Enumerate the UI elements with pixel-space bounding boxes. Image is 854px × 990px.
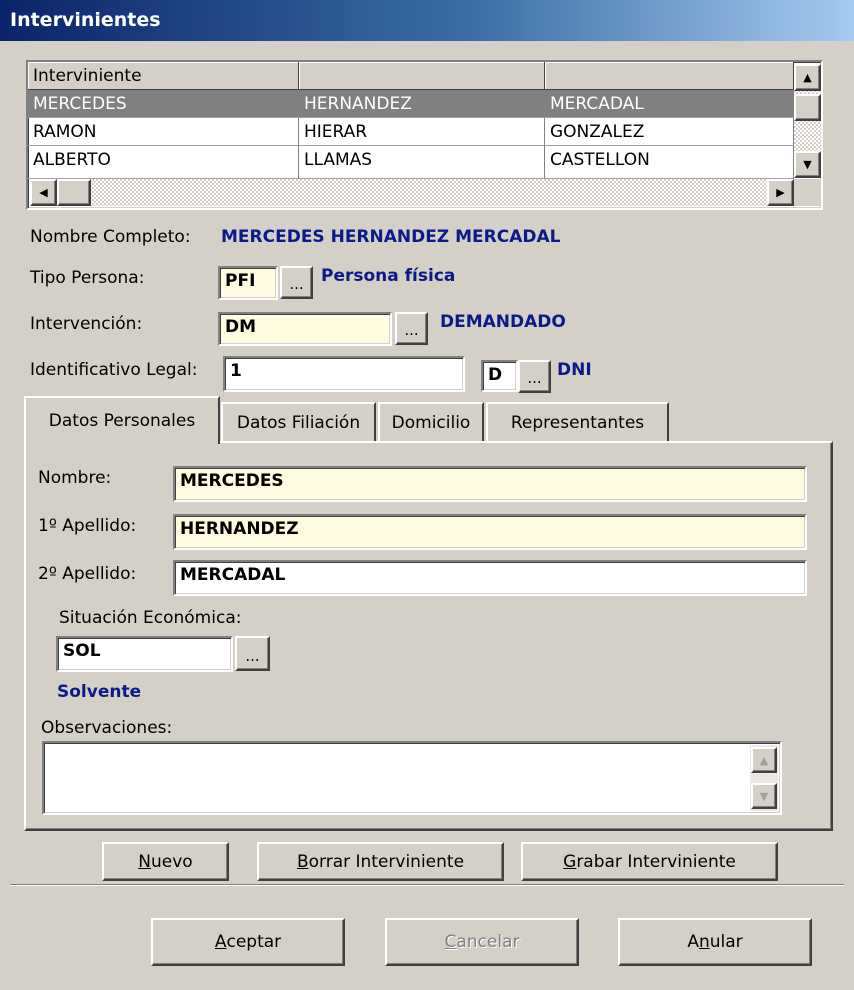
arrow-right-icon[interactable]: ▶ xyxy=(767,179,794,206)
intervinientes-grid[interactable]: Interviniente MERCEDES HERNANDEZ MERCADA… xyxy=(26,60,823,210)
tab-label: Datos Filiación xyxy=(236,413,361,433)
grid-cell[interactable]: GONZALEZ xyxy=(545,118,794,146)
tipo-persona-label: Tipo Persona: xyxy=(30,268,145,288)
button-label: rabar Interviniente xyxy=(576,851,736,872)
grid-cell[interactable]: MERCEDES xyxy=(28,90,299,118)
arrow-down-icon[interactable]: ▼ xyxy=(751,783,777,809)
apellido1-field[interactable]: HERNANDEZ xyxy=(173,514,807,550)
identificativo-field[interactable]: 1 xyxy=(223,356,465,392)
window-title: Intervinientes xyxy=(10,9,161,31)
button-label: ular xyxy=(709,932,743,952)
identificativo-type-field[interactable]: D xyxy=(481,360,518,392)
tab-representantes[interactable]: Representantes xyxy=(486,402,669,442)
tipo-persona-code-field[interactable]: PFI xyxy=(218,266,278,300)
grid-cell[interactable]: RAMON xyxy=(28,118,299,146)
intervencion-lookup-button[interactable]: ... xyxy=(395,312,428,345)
grid-cell[interactable]: ALBERTO xyxy=(28,146,299,179)
observaciones-textarea[interactable] xyxy=(42,741,782,815)
nuevo-button[interactable]: Nuevo xyxy=(102,842,229,881)
tipo-persona-description: Persona física xyxy=(321,266,456,286)
accelerator-key: C xyxy=(444,932,457,952)
grid-cell[interactable]: HERNANDEZ xyxy=(299,90,545,118)
cancelar-button[interactable]: Cancelar xyxy=(385,918,579,966)
button-label: ancelar xyxy=(456,932,520,952)
observaciones-label: Observaciones: xyxy=(41,718,173,738)
situacion-label: Situación Económica: xyxy=(59,608,242,628)
identificativo-type-description: DNI xyxy=(557,360,592,380)
accelerator-key: B xyxy=(296,851,309,872)
arrow-up-icon[interactable]: ▲ xyxy=(794,64,821,91)
separator xyxy=(10,884,844,886)
tab-label: Domicilio xyxy=(391,413,471,433)
nombre-label: Nombre: xyxy=(38,468,112,488)
grabar-interviniente-button[interactable]: Grabar Interviniente xyxy=(521,842,778,881)
anular-button[interactable]: An ular xyxy=(618,918,812,966)
tab-domicilio[interactable]: Domicilio xyxy=(378,402,484,442)
nombre-completo-value: MERCEDES HERNANDEZ MERCADAL xyxy=(221,227,561,247)
situacion-code-field[interactable]: SOL xyxy=(56,636,233,672)
apellido1-label: 1º Apellido: xyxy=(38,516,137,536)
grid-vertical-scrollbar[interactable]: ▲ ▼ xyxy=(794,64,821,178)
tab-label: Representantes xyxy=(510,413,645,433)
arrow-down-icon[interactable]: ▼ xyxy=(794,151,821,178)
tab-label: Datos Personales xyxy=(48,411,196,431)
accelerator-key: A xyxy=(214,932,227,952)
tab-datos-personales[interactable]: Datos Personales xyxy=(24,396,220,444)
intervencion-label: Intervención: xyxy=(30,314,143,334)
accelerator-key: n xyxy=(698,932,710,952)
arrow-up-icon[interactable]: ▲ xyxy=(751,747,777,773)
grid-header-col2[interactable] xyxy=(299,62,545,90)
nombre-field[interactable]: MERCEDES xyxy=(173,466,807,502)
title-bar: Intervinientes xyxy=(0,0,854,41)
button-label: ceptar xyxy=(226,932,282,952)
grid-header-col3[interactable] xyxy=(545,62,794,90)
grid-cell[interactable]: MERCADAL xyxy=(545,90,794,118)
situacion-description: Solvente xyxy=(57,682,142,702)
datos-personales-panel: Nombre: MERCEDES 1º Apellido: HERNANDEZ … xyxy=(24,441,833,831)
apellido2-field[interactable]: MERCADAL xyxy=(173,560,807,596)
grid-cell[interactable]: LLAMAS xyxy=(299,146,545,179)
observaciones-scrollbar[interactable]: ▲ ▼ xyxy=(750,745,778,811)
grid-horizontal-scrollbar[interactable]: ◀ ▶ xyxy=(30,179,794,206)
nombre-completo-label: Nombre Completo: xyxy=(30,227,191,247)
identificativo-type-lookup-button[interactable]: ... xyxy=(518,360,551,393)
aceptar-button[interactable]: Aceptar xyxy=(151,918,345,966)
accelerator-key: N xyxy=(138,851,151,872)
button-label: uevo xyxy=(151,851,193,872)
grid-header-interviniente[interactable]: Interviniente xyxy=(28,62,299,90)
identificativo-label: Identificativo Legal: xyxy=(30,360,198,380)
grid-cell[interactable]: HIERAR xyxy=(299,118,545,146)
situacion-lookup-button[interactable]: ... xyxy=(235,636,270,671)
scroll-corner xyxy=(794,179,821,206)
tab-datos-filiacion[interactable]: Datos Filiación xyxy=(221,402,376,442)
horizontal-scroll-thumb[interactable] xyxy=(57,179,91,206)
intervencion-description: DEMANDADO xyxy=(440,312,566,332)
borrar-interviniente-button[interactable]: Borrar Interviniente xyxy=(257,842,504,881)
accelerator-key: G xyxy=(563,851,577,872)
vertical-scroll-thumb[interactable] xyxy=(794,94,821,121)
tipo-persona-lookup-button[interactable]: ... xyxy=(280,266,313,299)
button-label: orrar Interviniente xyxy=(308,851,465,872)
arrow-left-icon[interactable]: ◀ xyxy=(30,179,57,206)
grid-cell[interactable]: CASTELLON xyxy=(545,146,794,179)
button-label: A xyxy=(687,932,699,952)
intervencion-code-field[interactable]: DM xyxy=(218,312,392,346)
apellido2-label: 2º Apellido: xyxy=(38,564,137,584)
